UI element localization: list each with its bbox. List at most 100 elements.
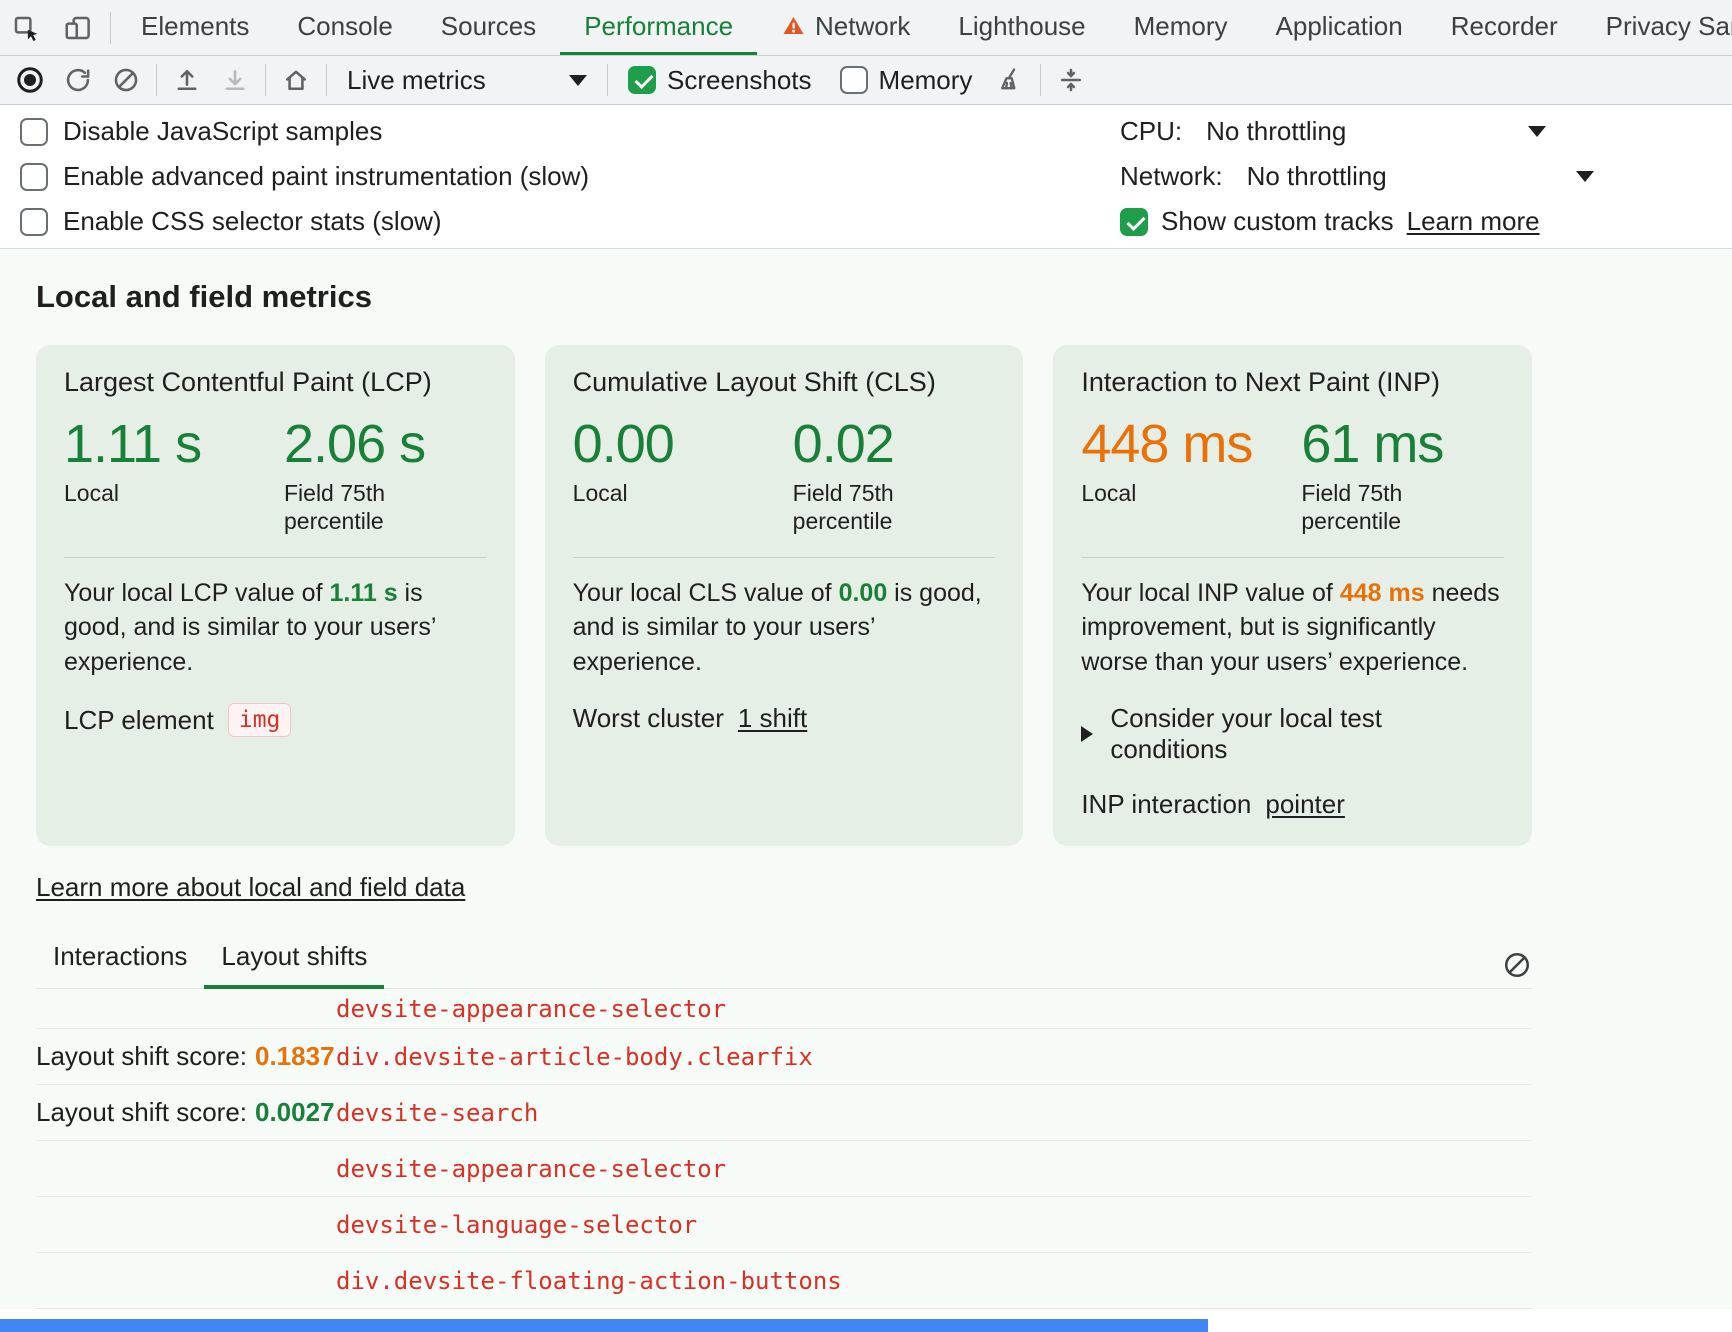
learn-more-link[interactable]: Learn more [1407, 206, 1540, 237]
footer-label: INP interaction [1081, 789, 1251, 820]
layout-shift-row: devsite-appearance-selector [36, 1141, 1532, 1197]
local-label: Local [573, 479, 723, 507]
layout-shift-row: Layout shift score: 0.1837 div.devsite-a… [36, 1029, 1532, 1085]
card-values: 1.11 s Local 2.06 s Field 75th percentil… [64, 416, 487, 535]
lcp-element-node-link[interactable]: img [228, 703, 292, 737]
local-test-conditions-disclosure[interactable]: Consider your local test conditions [1081, 703, 1504, 765]
card-title: Cumulative Layout Shift (CLS) [573, 367, 996, 398]
score-label: Layout shift score: [36, 1097, 247, 1128]
chevron-down-icon [569, 75, 587, 86]
inspect-icon [11, 13, 41, 43]
node-link[interactable]: devsite-language-selector [336, 1211, 697, 1239]
inp-card: Interaction to Next Paint (INP) 448 ms L… [1053, 345, 1532, 846]
card-description: Your local LCP value of 1.11 s is good, … [64, 576, 487, 680]
cls-card: Cumulative Layout Shift (CLS) 0.00 Local… [545, 345, 1024, 846]
tab-interactions[interactable]: Interactions [36, 929, 204, 989]
tab-lighthouse[interactable]: Lighthouse [934, 0, 1109, 55]
divider [265, 64, 266, 96]
local-value-block: 1.11 s Local [64, 416, 284, 535]
checkbox-unchecked-icon[interactable] [840, 66, 868, 94]
local-label: Local [1081, 479, 1231, 507]
card-description: Your local CLS value of 0.00 is good, an… [573, 576, 996, 680]
worst-cluster-row: Worst cluster 1 shift [573, 703, 996, 734]
card-title: Interaction to Next Paint (INP) [1081, 367, 1504, 398]
inspect-element-button[interactable] [0, 0, 52, 55]
tab-application[interactable]: Application [1252, 0, 1427, 55]
setting-disable-js-samples[interactable]: Disable JavaScript samples [0, 109, 1120, 154]
record-icon [15, 65, 45, 95]
tab-label: Interactions [53, 941, 187, 971]
node-link[interactable]: devsite-appearance-selector [336, 995, 726, 1023]
setting-advanced-paint-instrumentation[interactable]: Enable advanced paint instrumentation (s… [0, 154, 1120, 199]
tab-performance[interactable]: Performance [560, 0, 757, 55]
settings-strip: Disable JavaScript samples Enable advanc… [0, 105, 1732, 249]
checkbox-unchecked-icon[interactable] [20, 163, 48, 191]
history-dropdown[interactable]: Live metrics [333, 65, 601, 96]
tab-label: Memory [1134, 11, 1228, 42]
triangle-right-icon [1081, 726, 1093, 742]
back-to-live-metrics-button[interactable] [272, 59, 320, 101]
tab-label: Elements [141, 11, 249, 42]
setting-css-selector-stats[interactable]: Enable CSS selector stats (slow) [0, 199, 1120, 244]
divider [573, 557, 996, 558]
layout-shift-row: div.devsite-floating-action-buttons [36, 1253, 1532, 1309]
record-and-reload-button[interactable] [54, 59, 102, 101]
screenshots-checkbox[interactable]: Screenshots [614, 65, 826, 96]
screenshots-label: Screenshots [667, 65, 812, 96]
memory-checkbox[interactable]: Memory [826, 65, 987, 96]
learn-more-local-field-link[interactable]: Learn more about local and field data [36, 872, 465, 903]
tab-privacy-sandbox[interactable]: Privacy Sand [1582, 0, 1732, 55]
field-value: 61 ms [1301, 416, 1451, 473]
collect-garbage-button[interactable] [986, 59, 1034, 101]
checkbox-unchecked-icon[interactable] [20, 118, 48, 146]
node-link[interactable]: div.devsite-article-body.clearfix [336, 1043, 813, 1071]
tab-console[interactable]: Console [273, 0, 416, 55]
desc-text: Your local CLS value of [573, 579, 839, 607]
worst-cluster-link[interactable]: 1 shift [738, 703, 807, 734]
score-value: 0.0027 [255, 1097, 335, 1128]
tab-recorder[interactable]: Recorder [1427, 0, 1582, 55]
cpu-throttling-select[interactable]: CPU: No throttling [1120, 109, 1732, 154]
inp-interaction-link[interactable]: pointer [1265, 789, 1345, 820]
tab-layout-shifts[interactable]: Layout shifts [204, 929, 384, 989]
section-heading: Local and field metrics [36, 249, 1532, 315]
lcp-element-row: LCP element img [64, 703, 487, 737]
node-link[interactable]: devsite-appearance-selector [336, 1155, 726, 1183]
checkbox-unchecked-icon[interactable] [20, 208, 48, 236]
toggle-device-toolbar-button[interactable] [52, 0, 104, 55]
tab-network[interactable]: Network [757, 0, 934, 55]
layout-shift-row: Layout shift score: 0.0027 devsite-searc… [36, 1085, 1532, 1141]
checkbox-checked-icon[interactable] [628, 66, 656, 94]
field-value-block: 2.06 s Field 75th percentile [284, 416, 434, 535]
custom-tracks-label: Show custom tracks [1161, 206, 1394, 237]
checkbox-checked-icon[interactable] [1120, 208, 1148, 236]
clear-button[interactable] [102, 59, 150, 101]
load-profile-button[interactable] [163, 59, 211, 101]
clear-log-button[interactable] [1502, 950, 1532, 980]
node-link[interactable]: devsite-search [336, 1099, 538, 1127]
local-value: 1.11 s [64, 416, 284, 473]
live-metrics-log: Interactions Layout shifts devsite-appea… [36, 929, 1532, 1309]
tab-elements[interactable]: Elements [117, 0, 273, 55]
metric-cards: Largest Contentful Paint (LCP) 1.11 s Lo… [36, 345, 1532, 846]
field-label: Field 75th percentile [1301, 479, 1451, 535]
home-icon [282, 66, 310, 94]
tab-memory[interactable]: Memory [1110, 0, 1252, 55]
node-link[interactable]: div.devsite-floating-action-buttons [336, 1267, 842, 1295]
tab-strip: Elements Console Sources Performance Net… [117, 0, 1732, 55]
save-profile-button[interactable] [211, 59, 259, 101]
collapse-button[interactable] [1047, 59, 1095, 101]
tab-sources[interactable]: Sources [417, 0, 560, 55]
performance-toolbar: Live metrics Screenshots Memory [0, 56, 1732, 105]
setting-label: Disable JavaScript samples [63, 116, 382, 147]
clear-icon [112, 66, 140, 94]
divider [326, 64, 327, 96]
record-button[interactable] [6, 59, 54, 101]
tab-label: Application [1276, 11, 1403, 42]
field-value-block: 0.02 Field 75th percentile [793, 416, 943, 535]
score-label: Layout shift score: [36, 1041, 247, 1072]
network-throttling-select[interactable]: Network: No throttling [1120, 154, 1732, 199]
tab-label: Network [815, 11, 910, 42]
memory-label: Memory [879, 65, 973, 96]
local-value-block: 448 ms Local [1081, 416, 1301, 535]
